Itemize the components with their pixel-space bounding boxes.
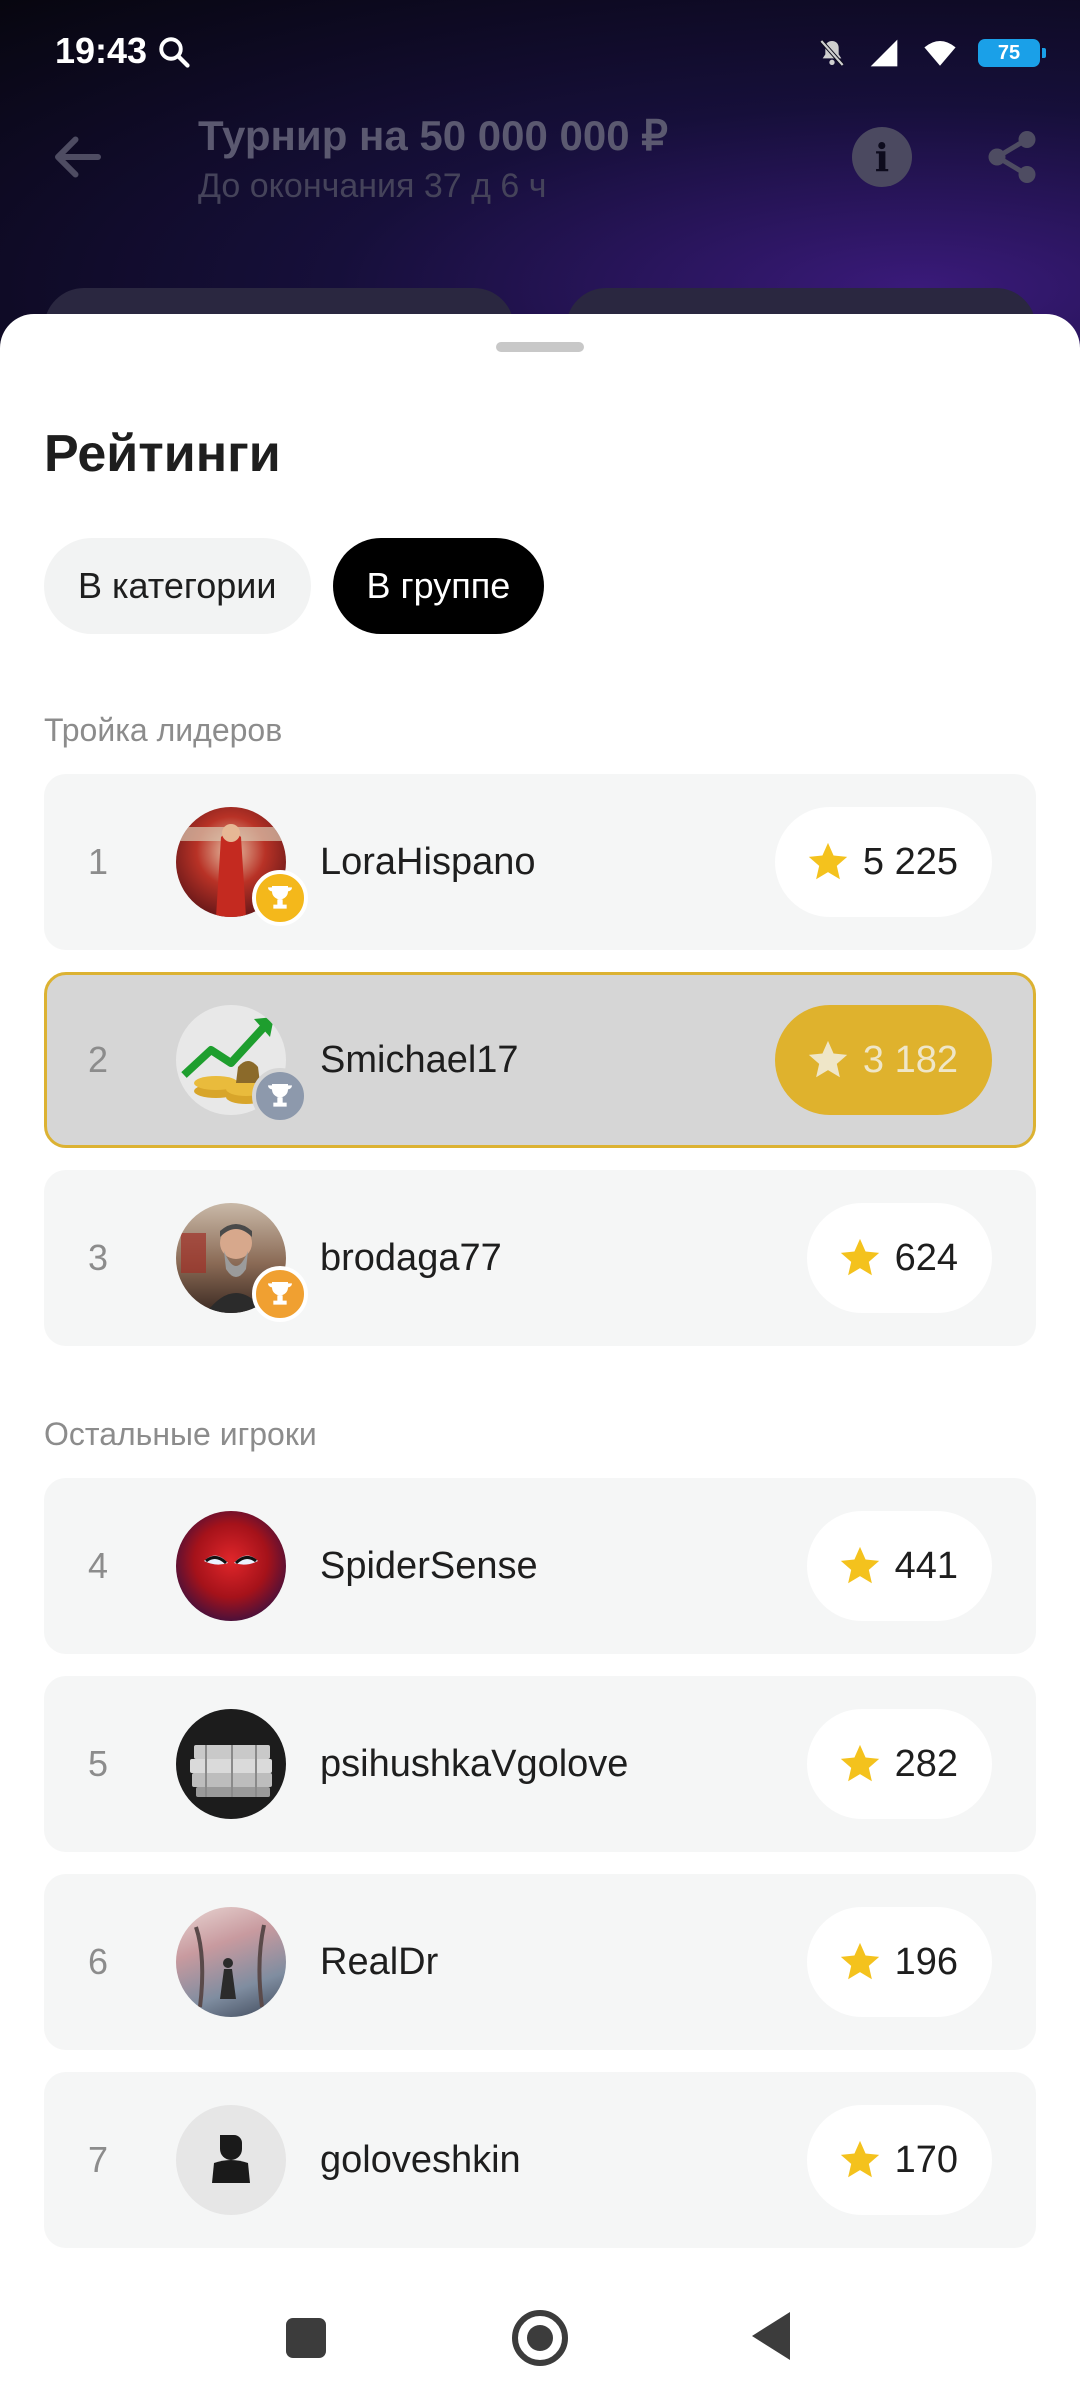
back-triangle-icon[interactable] (752, 2312, 790, 2360)
rank-number: 4 (88, 1545, 109, 1586)
leaderboard-row[interactable]: 7 goloveshkin 170 (44, 2072, 1036, 2248)
status-icons: 75 (816, 36, 1046, 70)
bronze-trophy-icon (252, 1266, 308, 1322)
score-value: 3 182 (862, 1038, 958, 1081)
score-pill: 441 (806, 1511, 992, 1621)
sheet-title: Рейтинги (44, 425, 281, 483)
status-time: 19:43 (55, 30, 148, 71)
leaderboard-row[interactable]: 3 brodaga77 624 (44, 1170, 1036, 1346)
avatar (176, 1907, 286, 2017)
default-avatar-icon (176, 2105, 286, 2215)
rank-number: 3 (88, 1237, 109, 1278)
score-pill: 5 225 (774, 807, 992, 917)
system-navigation-bar (0, 2270, 1080, 2400)
silver-trophy-icon (252, 1068, 308, 1124)
player-name: RealDr (320, 1941, 439, 1983)
search-icon (159, 37, 190, 68)
leaderboard-row[interactable]: 1 LoraHispano 5 225 (44, 774, 1036, 950)
app-header: Турнир на 50 000 000 ₽ До окончания 37 д… (0, 105, 1080, 215)
score-value: 196 (894, 1940, 958, 1983)
player-name: LoraHispano (320, 841, 536, 883)
star-icon (840, 1238, 879, 1276)
rank-number: 6 (88, 1941, 109, 1982)
leaderboard-row[interactable]: 5 psihushkaVgolove 282 (44, 1676, 1036, 1852)
star-icon (808, 842, 848, 880)
tournament-title: Турнир на 50 000 000 ₽ (198, 112, 669, 159)
rating-tabs: В категории В группе (44, 538, 545, 634)
score-value: 5 225 (862, 840, 958, 883)
star-icon (808, 1040, 848, 1078)
tournament-time-left: До окончания 37 д 6 ч (198, 167, 547, 205)
score-value: 170 (894, 2138, 958, 2181)
avatar (176, 1511, 286, 1621)
ratings-bottom-sheet: Рейтинги В категории В группе Тройка лид… (0, 314, 1080, 2400)
player-name: Smichael17 (320, 1039, 519, 1081)
tab-in-group[interactable]: В группе (332, 538, 545, 634)
star-icon (840, 1744, 879, 1782)
mute-notifications-icon (819, 39, 845, 67)
wifi-icon (924, 40, 956, 66)
score-value: 282 (894, 1742, 958, 1785)
battery-indicator: 75 (978, 39, 1046, 67)
score-pill: 170 (806, 2105, 992, 2215)
rank-number: 7 (88, 2139, 109, 2180)
score-pill: 282 (806, 1709, 992, 1819)
player-name: psihushkaVgolove (320, 1743, 629, 1785)
rank-number: 5 (88, 1743, 109, 1784)
score-pill: 624 (806, 1203, 992, 1313)
arrow-left-icon[interactable] (48, 127, 108, 187)
star-icon (840, 1942, 879, 1980)
player-name: brodaga77 (320, 1237, 502, 1279)
others-section-label: Остальные игроки (44, 1416, 317, 1452)
star-icon (840, 2140, 879, 2178)
player-name: SpiderSense (320, 1545, 538, 1587)
leaderboard-row[interactable]: 6 RealDr 196 (44, 1874, 1036, 2050)
leaderboard-row[interactable]: 4 SpiderSense 441 (44, 1478, 1036, 1654)
recent-apps-icon[interactable] (286, 2318, 326, 2358)
info-icon[interactable]: i (852, 127, 912, 187)
score-value: 624 (894, 1236, 958, 1279)
leaderboard-row-current-user[interactable]: 2 Smichael17 3 182 (44, 972, 1036, 1148)
avatar (176, 1709, 286, 1819)
score-pill: 196 (806, 1907, 992, 2017)
rank-number: 1 (88, 841, 109, 882)
gold-trophy-icon (252, 870, 308, 926)
rank-number: 2 (88, 1039, 109, 1080)
tab-in-category[interactable]: В категории (44, 538, 311, 634)
share-icon[interactable] (982, 127, 1042, 187)
score-pill: 3 182 (774, 1005, 992, 1115)
sheet-drag-handle[interactable] (496, 342, 584, 352)
player-name: goloveshkin (320, 2139, 521, 2181)
score-value: 441 (894, 1544, 958, 1587)
star-icon (840, 1546, 879, 1584)
app-background: 19:43 75 Турнир на 50 000 000 ₽ До оконч… (0, 0, 1080, 360)
signal-icon (870, 39, 898, 67)
home-icon[interactable] (512, 2310, 568, 2366)
leaders-section-label: Тройка лидеров (44, 712, 283, 748)
status-bar: 19:43 75 (0, 0, 1080, 105)
